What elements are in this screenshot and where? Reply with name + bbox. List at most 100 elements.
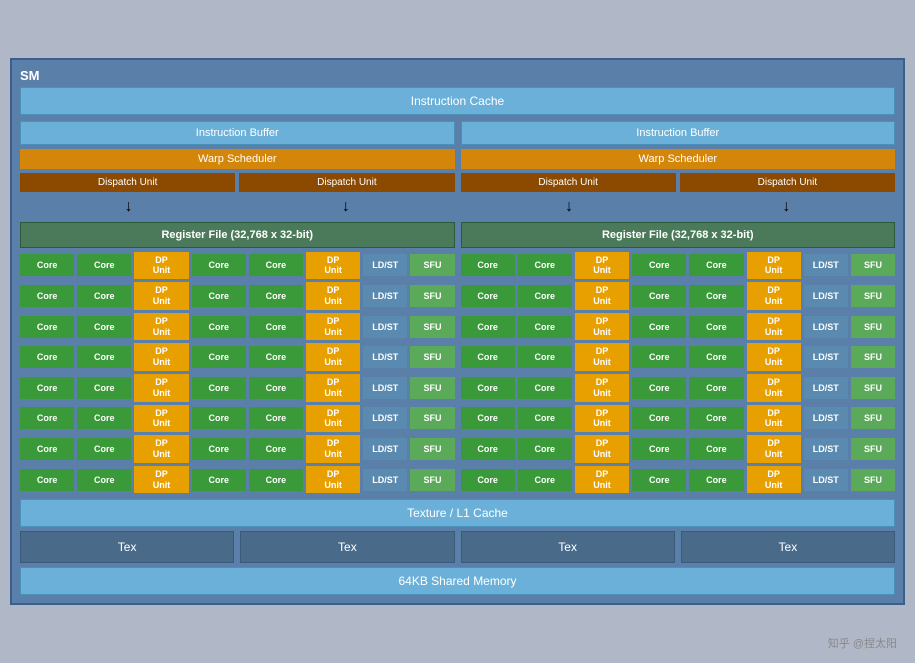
core-cell: LD/ST <box>363 438 407 460</box>
core-cell: Core <box>689 316 743 338</box>
core-cell: Core <box>77 469 131 491</box>
core-cell: DPUnit <box>134 466 188 494</box>
arrow-right-2: ↓ <box>782 198 790 216</box>
core-row: CoreCoreDPUnitCoreCoreDPUnitLD/STSFU <box>20 374 455 402</box>
core-cell: SFU <box>410 438 454 460</box>
core-cell: DPUnit <box>747 374 801 402</box>
core-cell: Core <box>632 469 686 491</box>
core-cell: LD/ST <box>804 469 848 491</box>
dispatch-arrows-left: ↓ ↓ <box>20 196 455 218</box>
core-cell: Core <box>249 469 303 491</box>
shared-memory: 64KB Shared Memory <box>20 567 895 595</box>
dispatch-unit-left-2: Dispatch Unit <box>239 173 454 192</box>
core-row: CoreCoreDPUnitCoreCoreDPUnitLD/STSFU <box>20 252 455 280</box>
instruction-cache: Instruction Cache <box>20 87 895 115</box>
core-cell: SFU <box>851 469 895 491</box>
core-cell: DPUnit <box>134 313 188 341</box>
core-cell: Core <box>461 316 515 338</box>
core-cell: Core <box>632 407 686 429</box>
dispatch-row-left: Dispatch Unit Dispatch Unit <box>20 173 455 192</box>
core-cell: SFU <box>851 346 895 368</box>
core-cell: Core <box>632 316 686 338</box>
core-cell: Core <box>20 285 74 307</box>
texture-l1-cache: Texture / L1 Cache <box>20 499 895 527</box>
core-row: CoreCoreDPUnitCoreCoreDPUnitLD/STSFU <box>461 405 896 433</box>
core-cell: Core <box>192 346 246 368</box>
instruction-buffer-left: Instruction Buffer <box>20 121 455 145</box>
dispatch-unit-right-2: Dispatch Unit <box>680 173 895 192</box>
sm-label: SM <box>20 68 895 83</box>
core-cell: Core <box>192 316 246 338</box>
warp-scheduler-right: Warp Scheduler <box>461 149 896 169</box>
core-cell: SFU <box>851 285 895 307</box>
core-cell: DPUnit <box>306 343 360 371</box>
core-cell: DPUnit <box>575 466 629 494</box>
sm-container: SM Instruction Cache Instruction Buffer … <box>10 58 905 606</box>
core-cell: DPUnit <box>575 405 629 433</box>
core-cell: DPUnit <box>134 252 188 280</box>
core-cell: Core <box>249 377 303 399</box>
left-half: Instruction Buffer Warp Scheduler Dispat… <box>20 121 455 494</box>
dispatch-row-right: Dispatch Unit Dispatch Unit <box>461 173 896 192</box>
register-file-left: Register File (32,768 x 32-bit) <box>20 222 455 248</box>
dispatch-unit-left-1: Dispatch Unit <box>20 173 235 192</box>
core-cell: Core <box>632 438 686 460</box>
core-cell: Core <box>461 346 515 368</box>
core-cell: Core <box>518 346 572 368</box>
tex-unit-3: Tex <box>681 531 895 563</box>
core-cell: DPUnit <box>134 435 188 463</box>
core-cell: Core <box>518 254 572 276</box>
core-cell: Core <box>249 316 303 338</box>
core-cell: Core <box>192 285 246 307</box>
core-cell: Core <box>461 469 515 491</box>
right-half: Instruction Buffer Warp Scheduler Dispat… <box>461 121 896 494</box>
core-cell: LD/ST <box>363 377 407 399</box>
core-cell: DPUnit <box>575 374 629 402</box>
core-cell: LD/ST <box>363 346 407 368</box>
core-cell: Core <box>518 407 572 429</box>
core-cell: LD/ST <box>804 254 848 276</box>
core-cell: SFU <box>410 377 454 399</box>
tex-row: TexTexTexTex <box>20 531 895 563</box>
core-row: CoreCoreDPUnitCoreCoreDPUnitLD/STSFU <box>20 343 455 371</box>
core-cell: Core <box>689 285 743 307</box>
core-row: CoreCoreDPUnitCoreCoreDPUnitLD/STSFU <box>20 313 455 341</box>
core-cell: DPUnit <box>134 405 188 433</box>
core-cell: Core <box>689 438 743 460</box>
core-cell: Core <box>20 407 74 429</box>
core-row: CoreCoreDPUnitCoreCoreDPUnitLD/STSFU <box>461 374 896 402</box>
core-cell: DPUnit <box>306 313 360 341</box>
core-cell: LD/ST <box>363 316 407 338</box>
core-cell: DPUnit <box>747 343 801 371</box>
core-cell: Core <box>461 377 515 399</box>
core-cell: Core <box>461 285 515 307</box>
core-cell: DPUnit <box>134 343 188 371</box>
core-cell: DPUnit <box>747 282 801 310</box>
core-cell: Core <box>20 438 74 460</box>
core-cell: SFU <box>410 254 454 276</box>
bottom-section: Texture / L1 Cache TexTexTexTex 64KB Sha… <box>20 499 895 595</box>
core-cell: Core <box>632 377 686 399</box>
core-cell: Core <box>689 254 743 276</box>
core-cell: Core <box>632 285 686 307</box>
core-row: CoreCoreDPUnitCoreCoreDPUnitLD/STSFU <box>461 313 896 341</box>
core-cell: LD/ST <box>363 254 407 276</box>
core-cell: SFU <box>851 407 895 429</box>
instruction-buffer-right: Instruction Buffer <box>461 121 896 145</box>
core-cell: DPUnit <box>306 405 360 433</box>
core-row: CoreCoreDPUnitCoreCoreDPUnitLD/STSFU <box>461 466 896 494</box>
dispatch-unit-right-1: Dispatch Unit <box>461 173 676 192</box>
tex-unit-1: Tex <box>240 531 454 563</box>
core-cell: DPUnit <box>306 435 360 463</box>
core-cell: Core <box>518 438 572 460</box>
core-cell: Core <box>192 407 246 429</box>
core-cell: DPUnit <box>575 343 629 371</box>
warp-scheduler-left: Warp Scheduler <box>20 149 455 169</box>
core-cell: LD/ST <box>804 346 848 368</box>
core-row: CoreCoreDPUnitCoreCoreDPUnitLD/STSFU <box>461 343 896 371</box>
core-cell: Core <box>20 469 74 491</box>
core-cell: SFU <box>410 316 454 338</box>
core-cell: DPUnit <box>747 313 801 341</box>
core-cell: Core <box>249 346 303 368</box>
register-file-right: Register File (32,768 x 32-bit) <box>461 222 896 248</box>
